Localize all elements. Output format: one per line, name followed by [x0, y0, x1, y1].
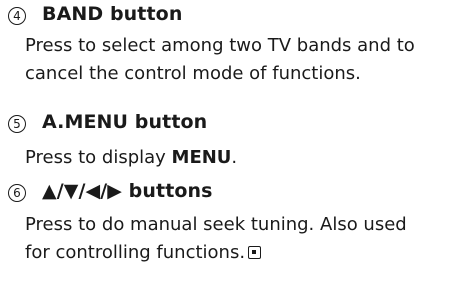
item-number-badge: 4: [8, 7, 26, 25]
description-line: Press to do manual seek tuning. Also use…: [25, 214, 407, 235]
item-description: Press to do manual seek tuning. Also use…: [25, 211, 407, 267]
item-description: Press to select among two TV bands and t…: [25, 32, 415, 88]
description-text: for controlling functions.: [25, 242, 246, 263]
item-title: ▲/▼/◀/▶ buttons: [42, 180, 213, 202]
item-description: Press to display MENU.: [25, 144, 237, 172]
description-punctuation: .: [231, 147, 238, 168]
description-line: Press to select among two TV bands and t…: [25, 35, 415, 56]
item-heading: 6 ▲/▼/◀/▶ buttons: [0, 177, 449, 211]
item-heading: 5 A.MENU button: [0, 108, 449, 142]
menu-keyword: MENU: [171, 147, 232, 168]
item-amenu-button: 5 A.MENU button Press to display MENU.: [0, 108, 449, 168]
item-heading: 4 BAND button: [0, 0, 449, 34]
item-title: A.MENU button: [42, 111, 208, 133]
item-arrow-buttons: 6 ▲/▼/◀/▶ buttons Press to do manual see…: [0, 177, 449, 263]
item-band-button: 4 BAND button Press to select among two …: [0, 0, 449, 84]
item-title: BAND button: [42, 3, 183, 25]
description-line: for controlling functions.: [25, 239, 407, 267]
item-number-badge: 5: [8, 115, 26, 133]
description-text: Press to display: [25, 147, 172, 168]
end-of-section-icon: [248, 246, 262, 259]
item-number-badge: 6: [8, 184, 26, 202]
description-line: Press to display MENU.: [25, 144, 237, 172]
description-line: cancel the control mode of functions.: [25, 63, 361, 84]
